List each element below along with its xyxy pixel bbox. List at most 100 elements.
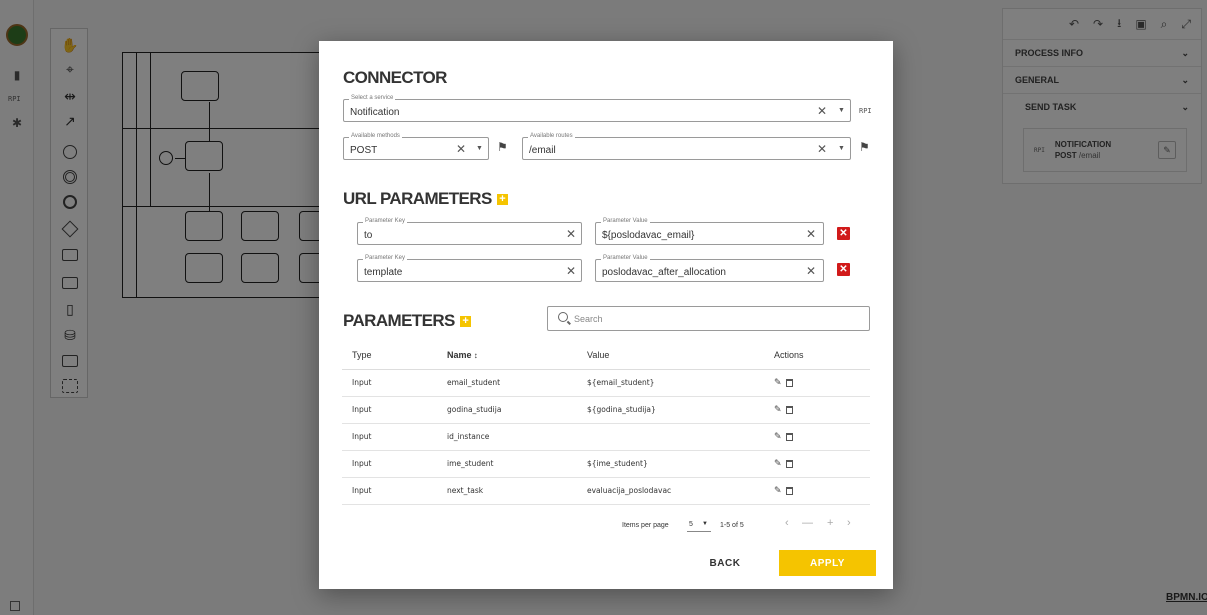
clear-icon[interactable]: ✕: [817, 142, 827, 156]
parameter-key-field[interactable]: Parameter Key template ✕: [357, 254, 582, 282]
edit-icon[interactable]: ✎: [774, 459, 782, 469]
delete-url-parameter-button[interactable]: ✕: [837, 227, 850, 240]
service-select[interactable]: Select a service Notification ✕ ▼: [343, 94, 851, 122]
add-parameter-button[interactable]: +: [459, 315, 471, 327]
cell-type: Input: [342, 396, 437, 424]
back-button[interactable]: BACK: [697, 550, 753, 576]
items-per-page-label: Items per page: [622, 522, 669, 529]
cell-value: ${godina_studija}: [577, 396, 764, 424]
column-actions: Actions: [764, 341, 870, 370]
connector-title-text: CONNECTOR: [343, 68, 447, 87]
parameter-value-value: ${poslodavac_email}: [602, 230, 695, 241]
edit-icon[interactable]: ✎: [774, 432, 782, 442]
caret-down-icon[interactable]: ▼: [838, 107, 845, 114]
url-parameters-title-text: URL PARAMETERS: [343, 189, 492, 208]
cell-name: next_task: [437, 477, 577, 505]
clear-icon[interactable]: ✕: [566, 264, 576, 278]
parameters-title: PARAMETERS +: [343, 311, 471, 331]
parameter-key-field[interactable]: Parameter Key to ✕: [357, 217, 582, 245]
cell-value: ${ime_student}: [577, 450, 764, 478]
routes-label: Available routes: [528, 132, 575, 140]
last-page-icon[interactable]: ›: [847, 517, 851, 529]
clear-icon[interactable]: ✕: [456, 142, 466, 156]
trash-icon[interactable]: [785, 378, 793, 387]
cell-value: ${email_student}: [577, 369, 764, 397]
delete-url-parameter-button[interactable]: ✕: [837, 263, 850, 276]
parameter-value-label: Parameter Value: [601, 254, 650, 262]
cell-name: godina_studija: [437, 396, 577, 424]
edit-icon[interactable]: ✎: [774, 486, 782, 496]
methods-label: Available methods: [349, 132, 402, 140]
methods-value: POST: [350, 145, 378, 156]
parameters-title-text: PARAMETERS: [343, 311, 455, 330]
parameter-key-value: to: [364, 230, 373, 241]
service-value: Notification: [350, 107, 400, 118]
table-header-row: Type Name ↕ Value Actions: [342, 341, 870, 370]
trash-icon[interactable]: [785, 405, 793, 414]
add-url-parameter-button[interactable]: +: [496, 193, 508, 205]
service-rpi-label: RPI: [859, 107, 872, 115]
next-page-icon[interactable]: +: [827, 517, 833, 529]
items-per-page-select[interactable]: 5 ▼: [687, 518, 711, 532]
search-icon: [558, 312, 568, 322]
cell-actions: ✎: [764, 450, 870, 478]
cell-type: Input: [342, 369, 437, 397]
clear-icon[interactable]: ✕: [817, 104, 827, 118]
cell-name: ime_student: [437, 450, 577, 478]
column-name[interactable]: Name ↕: [437, 341, 577, 370]
edit-icon[interactable]: ✎: [774, 378, 782, 388]
caret-down-icon[interactable]: ▼: [838, 145, 845, 152]
table-row: Input email_student ${email_student} ✎: [342, 369, 870, 397]
routes-value: /email: [529, 145, 556, 156]
connector-title: CONNECTOR: [343, 68, 447, 88]
cell-value: [577, 423, 764, 451]
parameter-key-label: Parameter Key: [363, 254, 408, 262]
signpost-icon[interactable]: ⚑: [497, 140, 508, 154]
cell-value: evaluacija_poslodavac: [577, 477, 764, 505]
trash-icon[interactable]: [785, 459, 793, 468]
column-name-label: Name: [447, 349, 472, 360]
caret-down-icon: ▼: [702, 521, 708, 527]
clear-icon[interactable]: ✕: [806, 227, 816, 241]
table-row: Input godina_studija ${godina_studija} ✎: [342, 396, 870, 424]
cell-type: Input: [342, 477, 437, 505]
parameter-key-value: template: [364, 267, 403, 278]
clear-icon[interactable]: ✕: [806, 264, 816, 278]
cell-name: email_student: [437, 369, 577, 397]
url-parameters-title: URL PARAMETERS +: [343, 189, 508, 209]
pagination-range: 1-5 of 5: [720, 522, 744, 529]
cell-type: Input: [342, 450, 437, 478]
cell-type: Input: [342, 423, 437, 451]
caret-down-icon[interactable]: ▼: [476, 145, 483, 152]
parameter-key-label: Parameter Key: [363, 217, 408, 225]
service-label: Select a service: [349, 94, 396, 102]
table-row: Input id_instance ✎: [342, 423, 870, 451]
parameters-search[interactable]: Search: [547, 306, 870, 331]
clear-icon[interactable]: ✕: [566, 227, 576, 241]
items-per-page-value: 5: [689, 521, 693, 528]
signpost-icon[interactable]: ⚑: [859, 140, 870, 154]
parameter-value-field[interactable]: Parameter Value ${poslodavac_email} ✕: [595, 217, 824, 245]
parameter-value-field[interactable]: Parameter Value poslodavac_after_allocat…: [595, 254, 824, 282]
parameter-value-label: Parameter Value: [601, 217, 650, 225]
cell-actions: ✎: [764, 477, 870, 505]
trash-icon[interactable]: [785, 486, 793, 495]
column-type: Type: [342, 341, 437, 370]
parameters-table: Type Name ↕ Value Actions Input email_stu…: [342, 341, 870, 505]
cell-name: id_instance: [437, 423, 577, 451]
table-row: Input ime_student ${ime_student} ✎: [342, 450, 870, 478]
connector-dialog: CONNECTOR Select a service Notification …: [319, 41, 893, 589]
routes-select[interactable]: Available routes /email ✕ ▼: [522, 132, 851, 160]
apply-button[interactable]: APPLY: [779, 550, 876, 576]
methods-select[interactable]: Available methods POST ✕ ▼: [343, 132, 489, 160]
edit-icon[interactable]: ✎: [774, 405, 782, 415]
parameter-value-value: poslodavac_after_allocation: [602, 267, 726, 278]
trash-icon[interactable]: [785, 432, 793, 441]
search-placeholder: Search: [574, 314, 603, 324]
cell-actions: ✎: [764, 369, 870, 397]
column-value: Value: [577, 341, 764, 370]
prev-page-icon[interactable]: ‹: [785, 517, 789, 529]
cell-actions: ✎: [764, 396, 870, 424]
first-page-icon[interactable]: —: [802, 517, 813, 529]
sort-icon[interactable]: ↕: [472, 351, 478, 360]
